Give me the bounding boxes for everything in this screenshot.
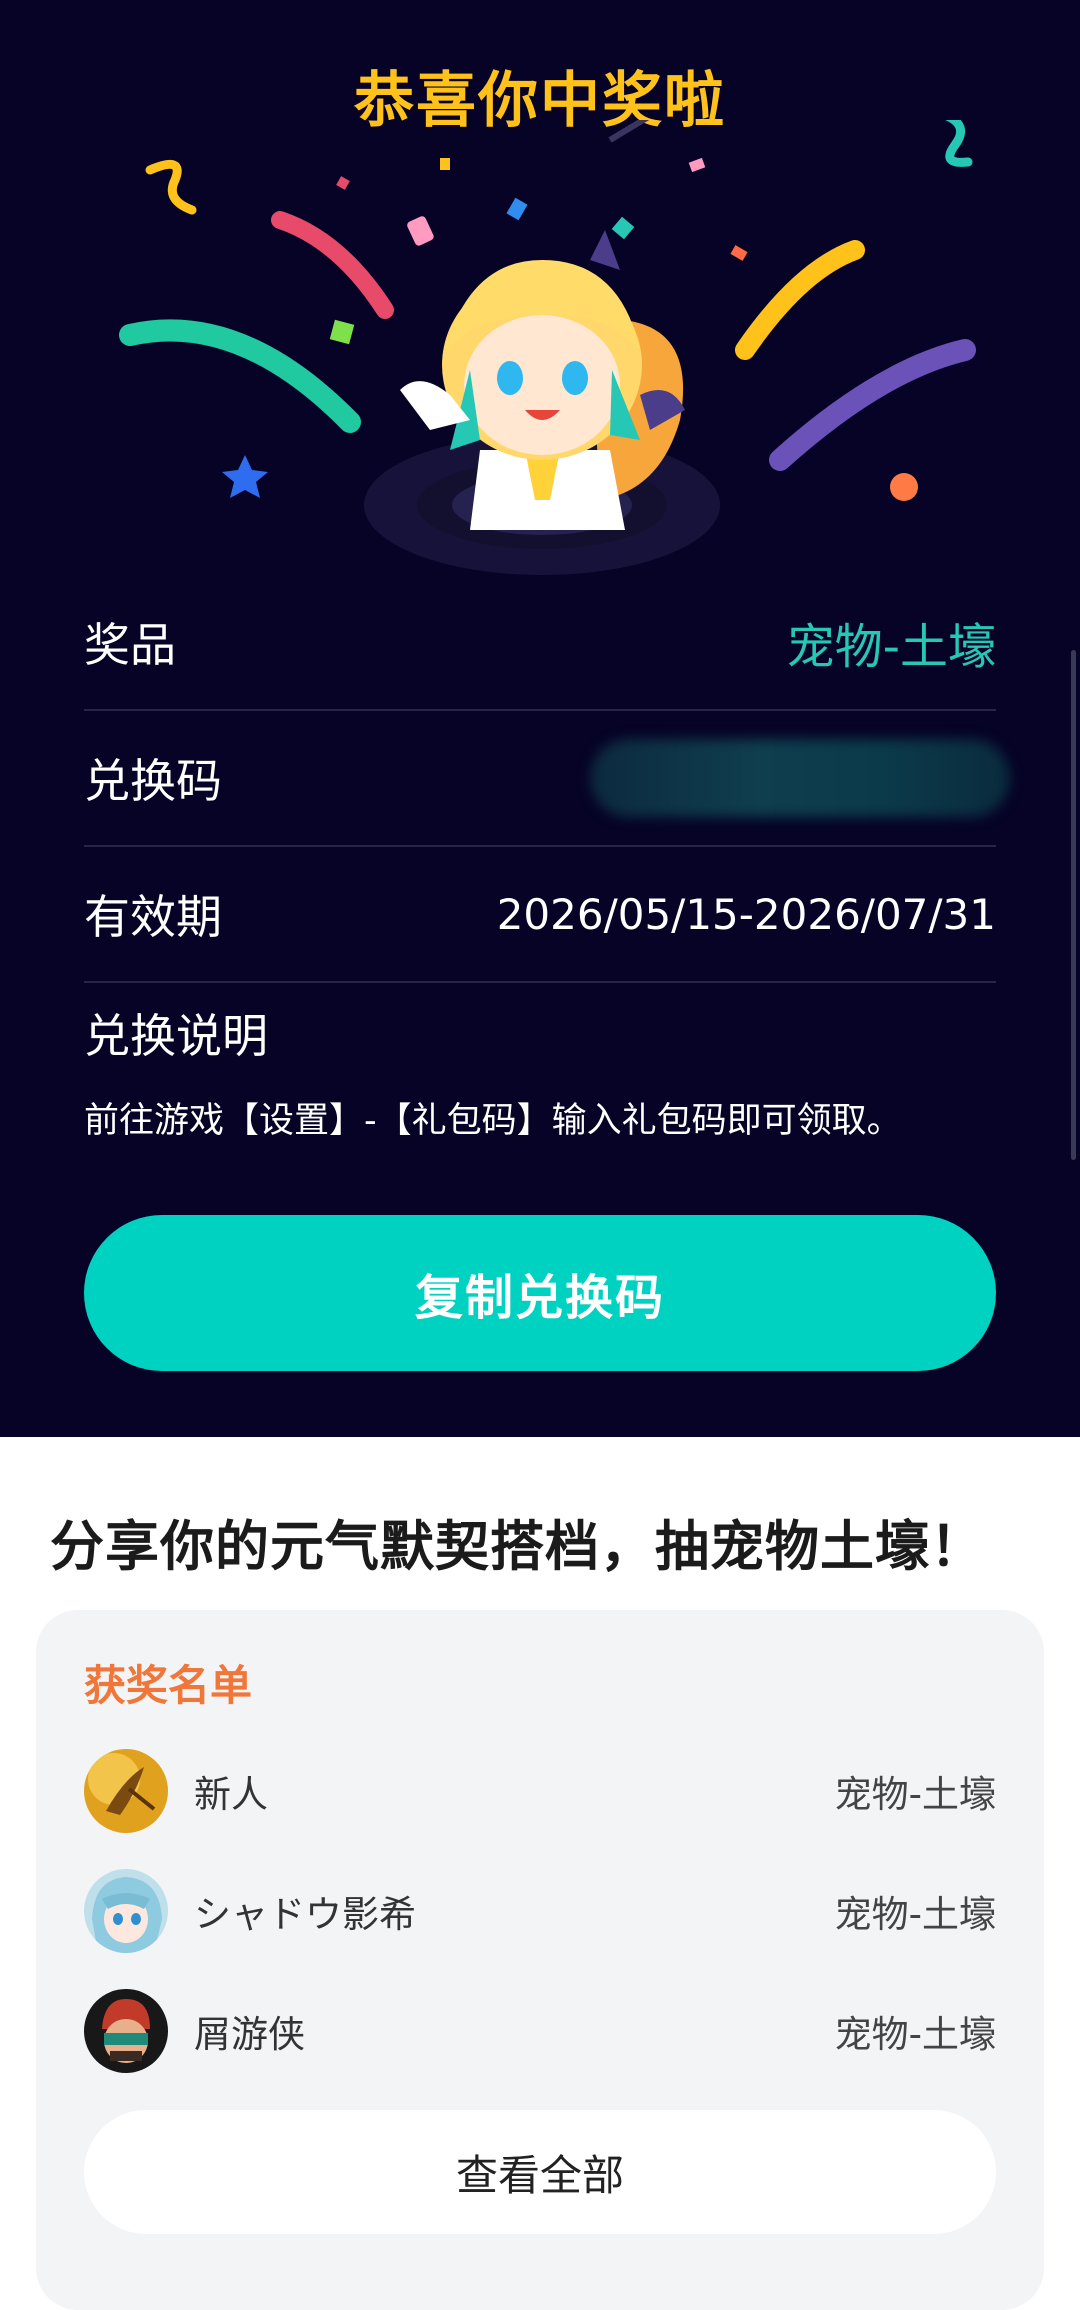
winner-prize: 宠物-土壕 <box>834 1893 996 1936</box>
celebration-illustration <box>119 120 976 575</box>
winner-row: 新人 宠物-土壕 <box>84 1748 996 1834</box>
winner-row: 屑游侠 宠物-土壕 <box>84 1988 996 2074</box>
validity-label: 有效期 <box>84 890 222 944</box>
instructions-text: 前往游戏【设置】-【礼包码】输入礼包码即可领取。 <box>84 1101 902 1141</box>
prize-label: 奖品 <box>84 618 176 672</box>
avatar <box>84 1869 168 1953</box>
winners-heading: 获奖名单 <box>84 1661 253 1710</box>
winner-prize: 宠物-土壕 <box>834 1773 996 1816</box>
view-all-button[interactable]: 查看全部 <box>84 2110 996 2234</box>
winner-row: シャドウ影希 宠物-土壕 <box>84 1868 996 1954</box>
instructions-label: 兑换说明 <box>84 1009 268 1063</box>
winners-card: 获奖名单 新人 宠物-土壕 シャドウ影希 宠物-土壕 屑游侠 宠物-土壕 查看全… <box>36 1610 1044 2310</box>
copy-code-button[interactable]: 复制兑换码 <box>84 1215 996 1371</box>
validity-row: 有效期 2026/05/15-2026/07/31 <box>84 847 996 983</box>
winner-name: 屑游侠 <box>194 2013 305 2056</box>
avatar <box>84 1989 168 2073</box>
redeem-code-value-blurred[interactable] <box>590 739 1010 817</box>
redeem-code-label: 兑换码 <box>84 754 222 808</box>
redeem-code-row: 兑换码 <box>84 711 1010 847</box>
winner-prize: 宠物-土壕 <box>834 2013 996 2056</box>
prize-row: 奖品 宠物-土壕 <box>84 575 996 711</box>
prize-details: 奖品 宠物-土壕 兑换码 有效期 2026/05/15-2026/07/31 <box>84 575 1010 983</box>
prize-value: 宠物-土壕 <box>786 619 996 675</box>
winner-name: シャドウ影希 <box>194 1893 416 1936</box>
prize-result-panel: 恭喜你中奖啦 奖品 宠物-土壕 兑换码 有效期 2026/05/15-2026/… <box>0 0 1080 1437</box>
validity-value: 2026/05/15-2026/07/31 <box>496 889 996 939</box>
share-title: 分享你的元气默契搭档，抽宠物土壕！ <box>50 1515 985 1578</box>
avatar <box>84 1749 168 1833</box>
scrollbar[interactable] <box>1071 650 1076 1160</box>
winner-name: 新人 <box>194 1773 268 1816</box>
